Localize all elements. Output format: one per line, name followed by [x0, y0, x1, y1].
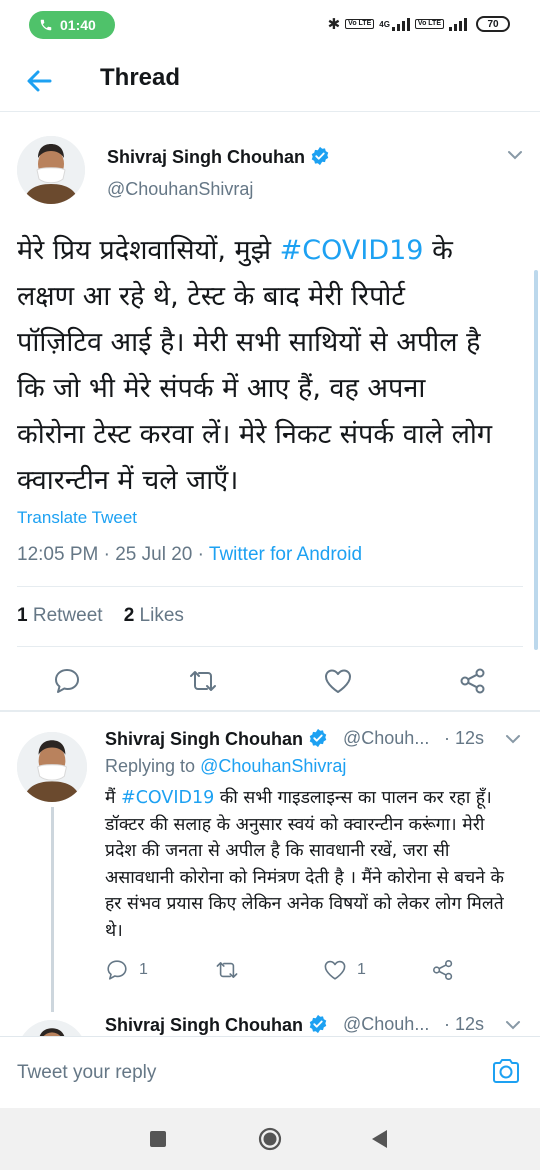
- reply-icon[interactable]: [52, 666, 82, 696]
- share-icon: [433, 960, 453, 980]
- avatar[interactable]: [17, 732, 87, 802]
- verified-badge-icon: [309, 728, 327, 748]
- signal-icon: [391, 17, 410, 31]
- verified-badge-icon: [309, 1014, 327, 1034]
- engagement-stats: 1 Retweet 2 Likes: [17, 605, 184, 627]
- retweet-icon[interactable]: [188, 666, 218, 696]
- author-handle[interactable]: @Chouh...: [343, 728, 429, 749]
- camera-icon[interactable]: [490, 1055, 522, 1087]
- bluetooth-icon: ✱: [327, 15, 341, 33]
- chevron-down-icon[interactable]: [504, 1016, 522, 1034]
- network-type: 4G: [379, 19, 390, 29]
- avatar-image: [17, 136, 85, 204]
- volte-badge-2: Vo LTE: [414, 19, 444, 29]
- author-name[interactable]: Shivraj Singh Chouhan: [105, 1014, 328, 1036]
- signal-icon-2: [449, 17, 467, 31]
- share-action[interactable]: [431, 958, 455, 982]
- retweet-icon: [216, 962, 238, 978]
- divider: [17, 586, 523, 587]
- tweet-action-bar: 1 1: [105, 958, 525, 986]
- translate-tweet-link[interactable]: Translate Tweet: [17, 508, 137, 528]
- like-icon[interactable]: [323, 666, 353, 696]
- author-name-text: Shivraj Singh Chouhan: [105, 729, 304, 749]
- phone-icon: [40, 19, 52, 31]
- author-handle[interactable]: @ChouhanShivraj: [107, 179, 253, 200]
- share-icon[interactable]: [458, 666, 488, 696]
- nav-home-icon[interactable]: [257, 1126, 283, 1152]
- tweet-text-part: मैं: [105, 788, 122, 808]
- avatar-image: [17, 1020, 87, 1036]
- tweet-meta: 12:05 PM · 25 Jul 20 · Twitter for Andro…: [17, 544, 363, 565]
- mention-link[interactable]: @ChouhanShivraj: [200, 756, 346, 776]
- page-title: Thread: [100, 64, 181, 91]
- author-name-text: Shivraj Singh Chouhan: [107, 147, 306, 167]
- nav-back-icon[interactable]: [367, 1126, 393, 1152]
- retweet-stat[interactable]: 1 Retweet: [17, 605, 103, 626]
- verified-badge-icon: [311, 146, 329, 166]
- retweet-action[interactable]: [215, 958, 239, 982]
- reply-count: 1: [139, 961, 148, 978]
- avatar[interactable]: [17, 1020, 87, 1036]
- like-label: Likes: [139, 605, 184, 626]
- tweet-time: 12:05 PM: [17, 544, 99, 565]
- battery-indicator: 70: [476, 16, 510, 32]
- retweet-label: Retweet: [32, 605, 103, 626]
- like-count: 1: [357, 961, 366, 978]
- like-count: 2: [123, 605, 135, 626]
- author-name-text: Shivraj Singh Chouhan: [105, 1015, 304, 1035]
- like-stat[interactable]: 2 Likes: [124, 605, 184, 626]
- replying-label: Replying to: [105, 756, 196, 776]
- author-name[interactable]: Shivraj Singh Chouhan: [107, 146, 330, 168]
- hashtag-link[interactable]: #COVID19: [280, 235, 424, 266]
- status-icons: ✱ Vo LTE 4G Vo LTE 70: [328, 13, 510, 35]
- reply-tweet[interactable]: Shivraj Singh Chouhan @Chouh... · 12s Re…: [0, 712, 540, 1022]
- thread-connector-line: [51, 807, 54, 1012]
- chevron-down-icon[interactable]: [506, 146, 524, 164]
- avatar-image: [17, 732, 87, 802]
- ongoing-call-pill[interactable]: 01:40: [29, 11, 115, 39]
- author-handle[interactable]: @Chouh...: [343, 1014, 429, 1035]
- retweet-count: 1: [17, 605, 28, 626]
- like-icon: [324, 960, 346, 980]
- back-arrow-icon[interactable]: [22, 64, 56, 98]
- avatar[interactable]: [17, 136, 85, 204]
- status-bar: 01:40 ✱ Vo LTE 4G Vo LTE 70: [0, 0, 540, 48]
- tweet-date: 25 Jul 20: [115, 544, 193, 565]
- like-action[interactable]: 1: [323, 958, 366, 982]
- tweet-text-part: मेरे प्रिय प्रदेशवासियों, मुझे: [17, 235, 280, 266]
- volte-badge: Vo LTE: [345, 19, 375, 29]
- thread-header: Thread: [0, 48, 540, 112]
- hashtag-link[interactable]: #COVID19: [121, 788, 214, 808]
- reply-tweet[interactable]: Shivraj Singh Chouhan @Chouh... · 12s: [0, 1000, 540, 1036]
- replying-to: Replying to @ChouhanShivraj: [105, 756, 346, 777]
- reply-action[interactable]: 1: [105, 958, 148, 982]
- author-name[interactable]: Shivraj Singh Chouhan: [105, 728, 328, 750]
- reply-composer: [0, 1036, 540, 1108]
- tweet-text-part: की सभी गाइडलाइन्स का पालन कर रहा हूँ। डॉ…: [105, 788, 504, 941]
- reply-icon: [107, 960, 127, 980]
- scrollbar-thumb[interactable]: [534, 270, 538, 650]
- tweet-text: मैं #COVID19 की सभी गाइडलाइन्स का पालन क…: [105, 785, 515, 944]
- tweet-source-link[interactable]: Twitter for Android: [209, 544, 362, 565]
- reply-input[interactable]: [17, 1059, 457, 1087]
- divider: [17, 646, 523, 647]
- tweet-age: · 12s: [444, 728, 485, 748]
- tweet-text-part: के लक्षण आ रहे थे, टेस्ट के बाद मेरी रिप…: [17, 235, 493, 496]
- tweet-action-bar: [0, 656, 540, 704]
- tweet-text: मेरे प्रिय प्रदेशवासियों, मुझे #COVID19 …: [17, 228, 497, 504]
- system-navigation-bar: [0, 1108, 540, 1170]
- chevron-down-icon[interactable]: [504, 730, 522, 748]
- call-timer: 01:40: [60, 17, 96, 33]
- nav-recents-icon[interactable]: [145, 1126, 171, 1152]
- tweet-age: · 12s: [444, 1014, 485, 1034]
